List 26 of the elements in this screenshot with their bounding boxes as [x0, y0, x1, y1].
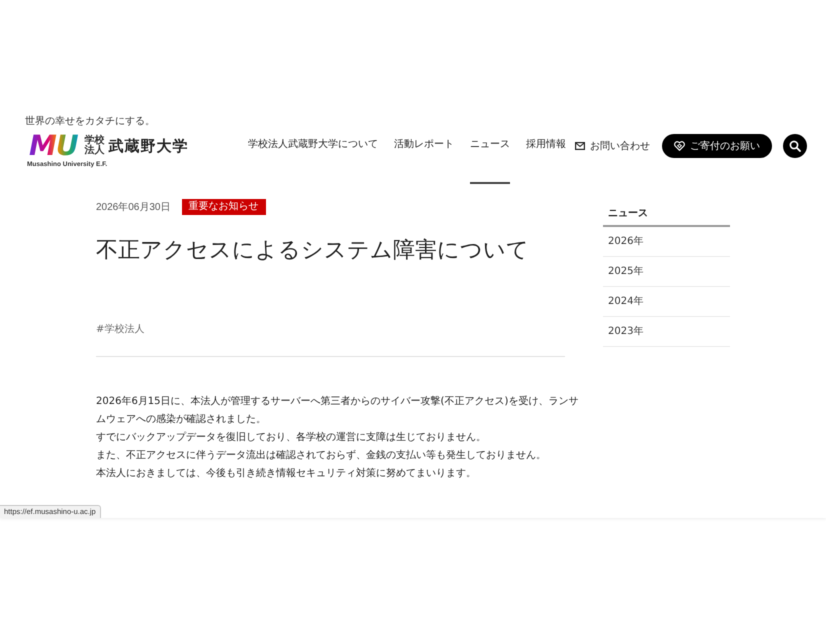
article-date: 2026年06月30日 [96, 201, 170, 214]
body-text: また、不正アクセスに伴うデータ流出は確認されておらず、金銭の支払い等も発生しておりません。 [96, 448, 547, 463]
category-label: 重要なお知らせ [182, 199, 266, 215]
body-text: 本法人におきましては、今後も引き続き情報セキュリティ対策に努めてまいります。 [96, 466, 477, 481]
nav-tab[interactable]: 学校法人武蔵野大学について [248, 115, 378, 184]
mail-icon [575, 142, 585, 150]
heart-icon [674, 141, 685, 151]
tag-link[interactable]: #学校法人 [96, 323, 144, 337]
body-text: 2026年6月15日に、本法人が管理するサーバーへ第三者からのサイバー攻撃(不正アクセス)を受け、ランサムウェアへの感染が確認されました。 [96, 394, 580, 427]
nav-tab[interactable]: 採用情報 [526, 115, 566, 184]
donate-button[interactable]: ご寄付のお願い [662, 134, 772, 158]
sidebar-heading: ニュース [603, 196, 730, 227]
search-button[interactable] [783, 134, 807, 158]
nav-tab[interactable]: ニュース [470, 115, 510, 184]
nav-tab[interactable]: 活動レポート [394, 115, 454, 184]
university-name: 武蔵野大学 [108, 136, 189, 156]
corporation-label: 学校法人 [84, 136, 105, 156]
contact-link[interactable]: お問い合わせ [575, 139, 650, 153]
year-link[interactable]: 2026年 [603, 227, 730, 257]
year-link[interactable]: 2023年 [603, 317, 730, 347]
search-icon [789, 140, 801, 152]
article-title: 不正アクセスによるシステム障害について [96, 237, 530, 265]
year-link[interactable]: 2024年 [603, 287, 730, 317]
year-link[interactable]: 2025年 [603, 257, 730, 287]
body-text: すでにバックアップデータを復旧しており、各学校の運営に支障は生じておりません。 [96, 430, 487, 445]
logo-tagline: 世界の幸せをカタチにする。 [25, 116, 155, 128]
